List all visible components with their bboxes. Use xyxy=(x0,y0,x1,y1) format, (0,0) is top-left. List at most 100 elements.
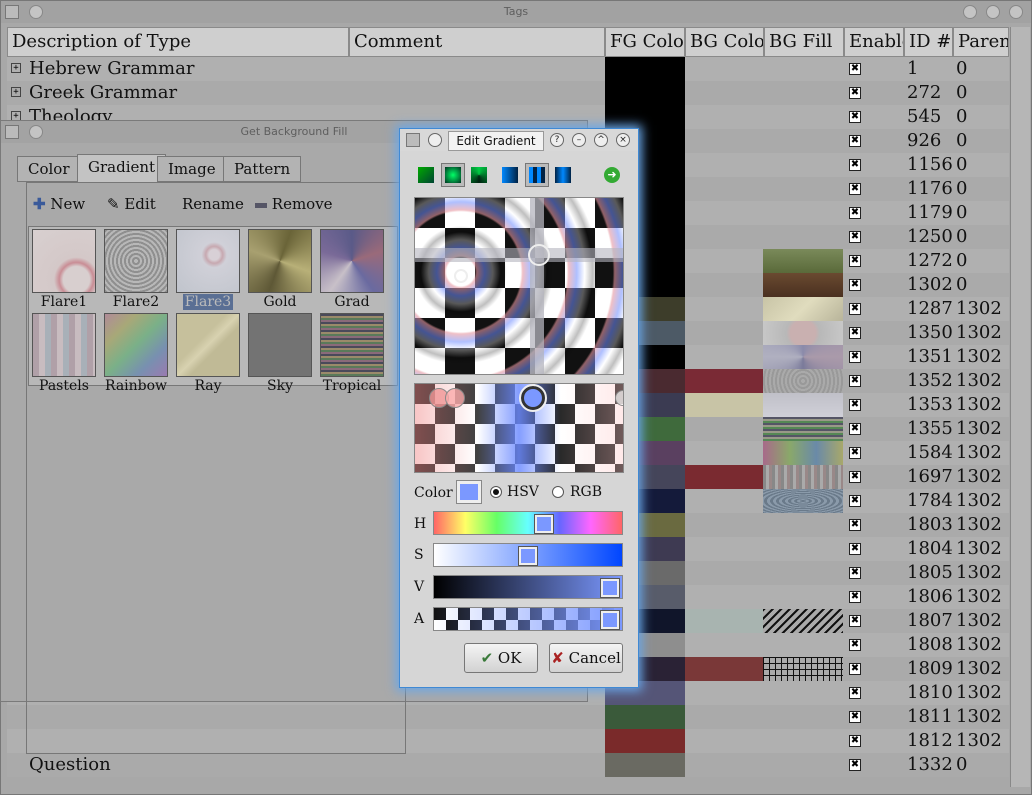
table-row[interactable]: Question ✖ 1332 0 xyxy=(7,753,1009,777)
tab-color[interactable]: Color xyxy=(17,156,81,182)
enabled-checkbox[interactable]: ✖ xyxy=(849,519,861,531)
shade-icon[interactable] xyxy=(29,5,43,19)
close-icon[interactable] xyxy=(1009,5,1023,19)
enabled-checkbox[interactable]: ✖ xyxy=(849,663,861,675)
gradient-rainbow[interactable] xyxy=(104,313,168,377)
enabled-checkbox[interactable]: ✖ xyxy=(849,615,861,627)
enabled-checkbox[interactable]: ✖ xyxy=(849,135,861,147)
minimize-icon[interactable] xyxy=(963,5,977,19)
shade-icon[interactable] xyxy=(29,125,43,139)
window-menu-icon[interactable] xyxy=(5,5,19,19)
enabled-checkbox[interactable]: ✖ xyxy=(849,159,861,171)
enabled-checkbox[interactable]: ✖ xyxy=(849,735,861,747)
tab-pattern[interactable]: Pattern xyxy=(223,156,302,182)
alpha-slider[interactable] xyxy=(433,607,623,631)
selected-color-stop[interactable] xyxy=(519,384,547,412)
enabled-checkbox[interactable]: ✖ xyxy=(849,399,861,411)
enabled-checkbox[interactable]: ✖ xyxy=(849,327,861,339)
col-id[interactable]: ID # xyxy=(904,27,953,57)
window-menu-icon[interactable] xyxy=(5,125,19,139)
col-bg-color[interactable]: BG Color xyxy=(685,27,764,57)
focus-handle[interactable] xyxy=(528,244,550,266)
enabled-checkbox[interactable]: ✖ xyxy=(849,639,861,651)
enabled-checkbox[interactable]: ✖ xyxy=(849,111,861,123)
saturation-slider[interactable] xyxy=(433,543,623,567)
alpha-knob[interactable] xyxy=(600,610,620,630)
tab-gradient[interactable]: Gradient xyxy=(77,154,167,182)
help-icon[interactable]: ? xyxy=(550,133,564,147)
color-swatch-button[interactable] xyxy=(456,480,482,504)
col-bg-fill[interactable]: BG Fill xyxy=(764,27,844,57)
enabled-checkbox[interactable]: ✖ xyxy=(849,495,861,507)
rename-button[interactable]: Rename xyxy=(182,194,244,214)
gradient-preview[interactable] xyxy=(414,197,624,375)
enabled-checkbox[interactable]: ✖ xyxy=(849,543,861,555)
color-stop[interactable] xyxy=(445,388,465,408)
value-slider[interactable] xyxy=(433,575,623,599)
remove-button[interactable]: Remove xyxy=(255,194,333,214)
rgb-radio[interactable] xyxy=(552,486,564,498)
gradient-flare1[interactable] xyxy=(32,229,96,293)
enabled-checkbox[interactable]: ✖ xyxy=(849,471,861,483)
maximize-icon[interactable] xyxy=(986,5,1000,19)
enabled-checkbox[interactable]: ✖ xyxy=(849,255,861,267)
enabled-checkbox[interactable]: ✖ xyxy=(849,711,861,723)
col-fg-color[interactable]: FG Color xyxy=(605,27,685,57)
minimize-icon[interactable]: – xyxy=(572,133,586,147)
gradient-flare2[interactable] xyxy=(104,229,168,293)
enabled-checkbox[interactable]: ✖ xyxy=(849,591,861,603)
shade-icon[interactable] xyxy=(428,133,442,147)
enabled-checkbox[interactable]: ✖ xyxy=(849,759,861,771)
gradient-stops-editor[interactable] xyxy=(414,383,624,473)
enabled-checkbox[interactable]: ✖ xyxy=(849,447,861,459)
enabled-checkbox[interactable]: ✖ xyxy=(849,279,861,291)
col-comment[interactable]: Comment xyxy=(349,27,605,57)
enabled-checkbox[interactable]: ✖ xyxy=(849,303,861,315)
enabled-checkbox[interactable]: ✖ xyxy=(849,63,861,75)
gradient-pastels[interactable] xyxy=(32,313,96,377)
edit-button[interactable]: ✎ Edit xyxy=(107,194,156,214)
close-icon[interactable]: × xyxy=(616,133,630,147)
new-button[interactable]: ✚ New xyxy=(33,194,85,214)
conical-gradient-icon[interactable] xyxy=(471,167,487,183)
expand-icon[interactable]: + xyxy=(11,87,21,97)
col-description[interactable]: Description of Type xyxy=(7,27,349,57)
repeat-button[interactable] xyxy=(525,163,549,187)
enabled-checkbox[interactable]: ✖ xyxy=(849,207,861,219)
hue-knob[interactable] xyxy=(534,514,555,534)
enabled-checkbox[interactable]: ✖ xyxy=(849,87,861,99)
table-row[interactable]: + Hebrew Grammar ✖ 1 0 xyxy=(7,57,1009,81)
enabled-checkbox[interactable]: ✖ xyxy=(849,183,861,195)
gradient-flare3[interactable] xyxy=(176,229,240,293)
col-parent[interactable]: Parent xyxy=(953,27,1009,57)
expand-icon[interactable]: + xyxy=(11,63,21,73)
ok-button[interactable]: ✔ OK xyxy=(464,643,538,673)
vertical-scrollbar[interactable] xyxy=(1010,27,1030,787)
enabled-checkbox[interactable]: ✖ xyxy=(849,567,861,579)
pad-icon[interactable] xyxy=(502,167,518,183)
enabled-checkbox[interactable]: ✖ xyxy=(849,351,861,363)
value-knob[interactable] xyxy=(600,578,620,598)
tab-image[interactable]: Image xyxy=(157,156,227,182)
center-handle[interactable] xyxy=(454,269,468,283)
linear-gradient-icon[interactable] xyxy=(418,167,434,183)
cancel-button[interactable]: ✘ Cancel xyxy=(549,643,623,673)
maximize-icon[interactable]: ^ xyxy=(594,133,608,147)
hue-slider[interactable] xyxy=(433,511,623,535)
reflect-icon[interactable] xyxy=(555,167,571,183)
saturation-knob[interactable] xyxy=(518,546,538,566)
hsv-radio[interactable] xyxy=(490,486,502,498)
col-enabled[interactable]: Enabled xyxy=(844,27,904,57)
gradient-tropical[interactable] xyxy=(320,313,384,377)
gradient-ray[interactable] xyxy=(176,313,240,377)
gradient-grad[interactable] xyxy=(320,229,384,293)
enabled-checkbox[interactable]: ✖ xyxy=(849,231,861,243)
gradient-gold[interactable] xyxy=(248,229,312,293)
enabled-checkbox[interactable]: ✖ xyxy=(849,423,861,435)
radial-gradient-button[interactable] xyxy=(441,163,465,187)
gradient-sky[interactable] xyxy=(248,313,312,377)
table-row[interactable]: + Greek Grammar ✖ 272 0 xyxy=(7,81,1009,105)
arrow-right-icon[interactable]: ➜ xyxy=(604,167,620,183)
enabled-checkbox[interactable]: ✖ xyxy=(849,375,861,387)
enabled-checkbox[interactable]: ✖ xyxy=(849,687,861,699)
